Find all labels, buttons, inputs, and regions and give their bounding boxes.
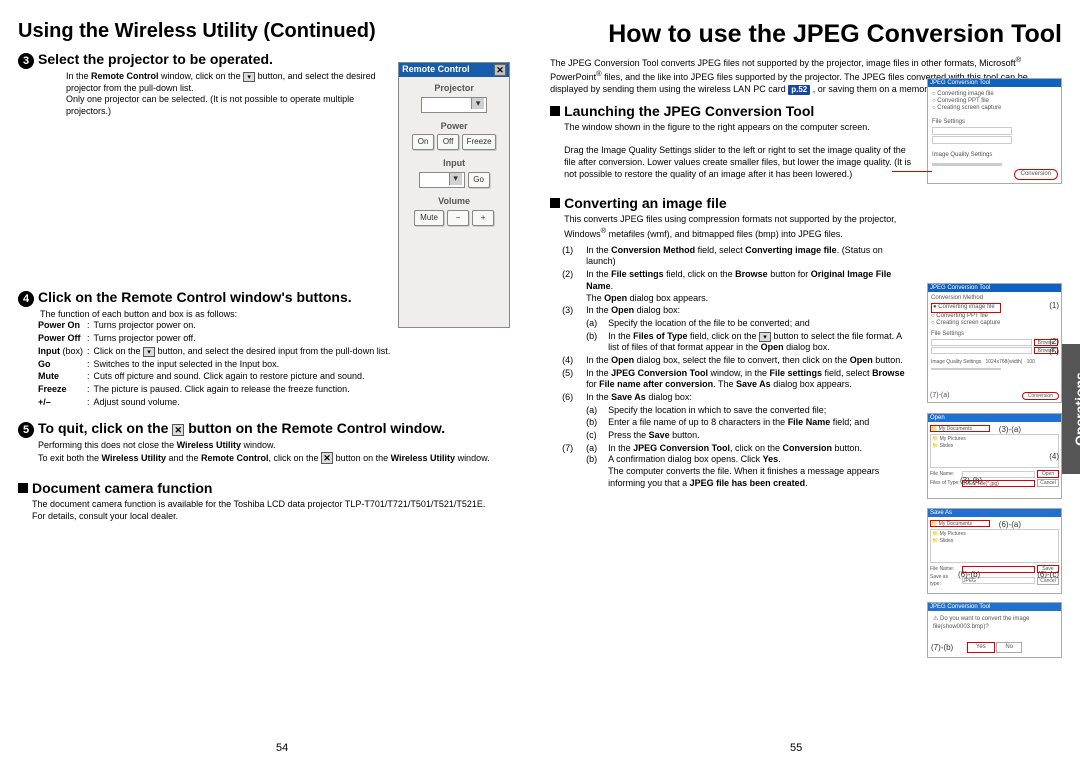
- figure-confirm-dialog: JPEG Conversion Tool ⚠ Do you want to co…: [927, 602, 1062, 658]
- side-tab-operations: Operations: [1062, 344, 1080, 474]
- projector-dropdown: [421, 97, 487, 113]
- square-bullet-icon: [550, 198, 560, 208]
- figure-open-dialog: Open 📁 My Documents (3)-(a) 📁 My Picture…: [927, 413, 1062, 499]
- power-off-button: Off: [437, 134, 459, 150]
- dropdown-icon: ▾: [759, 332, 771, 342]
- square-bullet-icon: [18, 483, 28, 493]
- mute-button: Mute: [414, 210, 444, 226]
- step5-heading: 5To quit, click on the ✕ button on the R…: [18, 419, 520, 438]
- dropdown-icon: ▾: [143, 347, 155, 357]
- doccam-body: The document camera function is availabl…: [32, 499, 520, 522]
- close-icon: ✕: [172, 424, 184, 436]
- figure-saveas-dialog: Save As 📁 My Documents (6)-(a) 📁 My Pict…: [927, 508, 1062, 594]
- vol-down-button: −: [447, 210, 469, 226]
- step5-body: Performing this does not close the Wirel…: [38, 440, 520, 464]
- input-dropdown: [419, 172, 465, 188]
- convert-intro: This converts JPEG files using compressi…: [564, 214, 1062, 240]
- remote-control-window: Remote Control ✕ Projector Power On Off …: [398, 62, 510, 328]
- vol-up-button: +: [472, 210, 494, 226]
- square-bullet-icon: [550, 106, 560, 116]
- page-ref-52: p.52: [788, 85, 810, 95]
- convert-heading: Converting an image file: [550, 194, 1062, 212]
- doccam-heading: Document camera function: [18, 479, 520, 497]
- figure-launch-window: JPEG Conversion Tool ○ Converting image …: [927, 78, 1062, 184]
- page-number-right: 55: [790, 741, 802, 755]
- close-icon: ✕: [494, 64, 506, 76]
- page-54: Using the Wireless Utility (Continued) 3…: [18, 18, 520, 522]
- remote-titlebar: Remote Control ✕: [399, 63, 509, 77]
- freeze-button: Freeze: [462, 134, 496, 150]
- right-title: How to use the JPEG Conversion Tool: [550, 18, 1062, 51]
- left-title: Using the Wireless Utility (Continued): [18, 18, 520, 44]
- page-number-left: 54: [276, 741, 288, 755]
- dropdown-icon: ▾: [243, 72, 255, 82]
- go-button: Go: [468, 172, 490, 188]
- page-55: How to use the JPEG Conversion Tool The …: [550, 18, 1062, 522]
- close-icon: ✕: [321, 452, 333, 464]
- button-function-table: Power On:Turns projector power on. Power…: [38, 320, 394, 409]
- figure-conversion-tool-highlighted: JPEG Conversion Tool Conversion Method ●…: [927, 283, 1062, 403]
- power-on-button: On: [412, 134, 434, 150]
